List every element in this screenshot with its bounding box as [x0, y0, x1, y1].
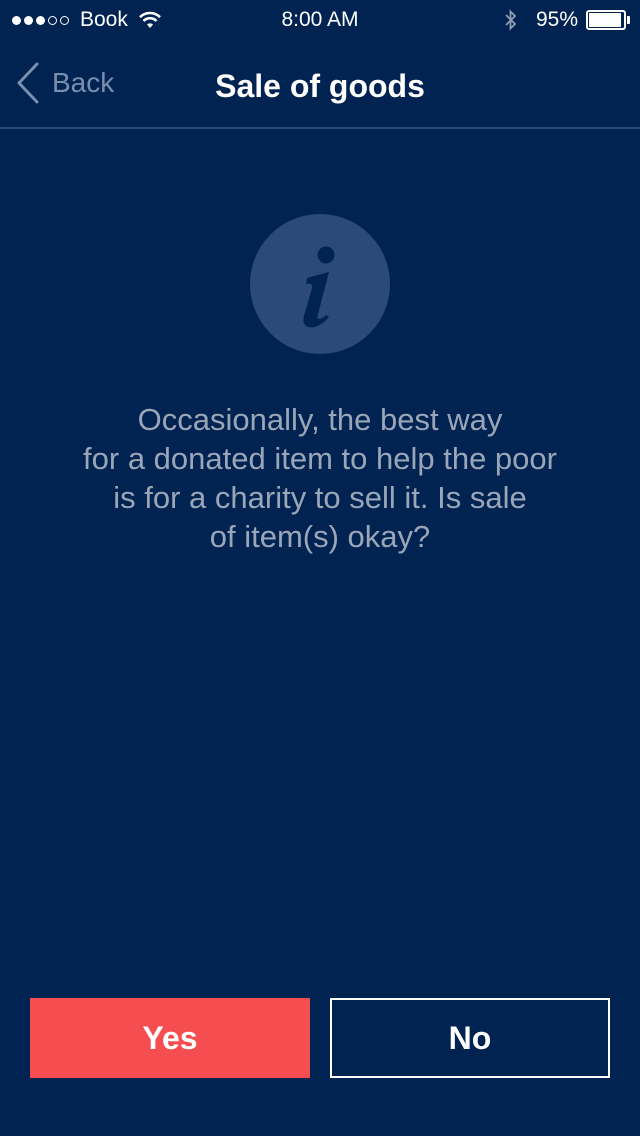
screen: Book 8:00 AM 95% Back Sale of goods Occa…: [0, 0, 640, 1136]
message-line: of item(s) okay?: [209, 519, 431, 554]
page-title: Sale of goods: [215, 68, 425, 104]
battery-tip: [627, 16, 630, 24]
battery-percent: 95%: [535, 8, 578, 31]
no-button[interactable]: No: [330, 998, 610, 1078]
info-glyph: [303, 246, 335, 328]
status-bar: Book 8:00 AM 95%: [0, 0, 640, 40]
no-button-label: No: [448, 1019, 492, 1056]
navigation-bar: Back Sale of goods: [0, 40, 640, 129]
info-icon: [250, 214, 390, 354]
info-message: Occasionally, the best way for a donated…: [40, 400, 600, 556]
message-line: Occasionally, the best way: [137, 402, 503, 437]
battery-fill: [589, 13, 621, 27]
status-right: 95%: [504, 8, 630, 32]
bluetooth-icon: [505, 9, 517, 31]
message-line: is for a charity to sell it. Is sale: [113, 480, 527, 515]
yes-button-label: Yes: [142, 1019, 198, 1056]
battery-icon: [586, 10, 630, 30]
yes-button[interactable]: Yes: [30, 998, 310, 1078]
message-line: for a donated item to help the poor: [83, 441, 557, 476]
